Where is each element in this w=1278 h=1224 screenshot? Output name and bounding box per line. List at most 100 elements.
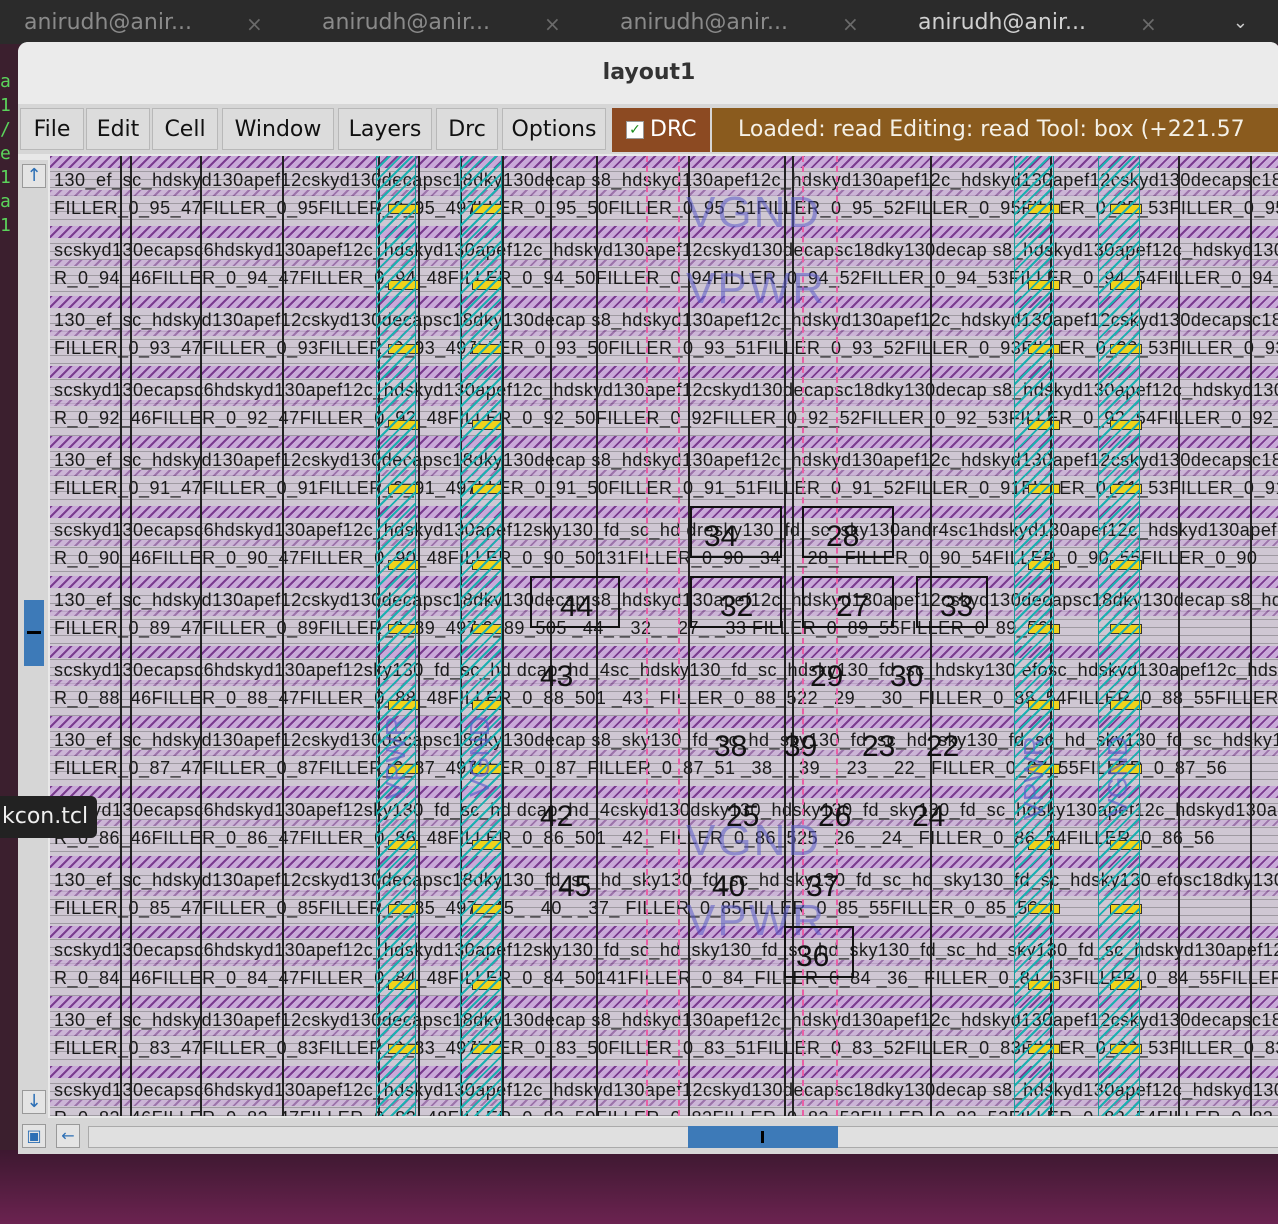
cell-number: 34 <box>704 520 738 553</box>
filler-names: R_0_90_46FILLER_0_90_47FILLER_0_90_48FIL… <box>54 548 1258 568</box>
filler-names: FILLER_0_83_47FILLER_0_83FILLER_0_83_497… <box>54 1038 1278 1058</box>
filler-names: R_0_82_46FILLER_0_82_47FILLER_0_82_48FIL… <box>54 1108 1278 1116</box>
metal-stripe <box>50 1066 1278 1078</box>
menu-layers[interactable]: Layers <box>338 108 432 150</box>
cell-row: 130_ef_sc_hdskyd130apef12cskyd130decapsc… <box>50 576 1278 646</box>
filler-names: R_0_94_46FILLER_0_94_47FILLER_0_94_48FIL… <box>54 268 1278 288</box>
cell-row: scskyd130ecapsc6hdskyd130apef12sky130_fd… <box>50 786 1278 856</box>
metal-stripe <box>50 226 1278 238</box>
route-wire <box>646 156 648 1116</box>
cell-number: 28 <box>826 520 860 553</box>
vertical-scrollbar[interactable]: ↑ ↓ <box>18 160 48 1118</box>
close-icon[interactable]: × <box>1140 12 1157 36</box>
cell-row: 130_ef_sc_hdskyd130apef12cskyd130decapsc… <box>50 296 1278 366</box>
cell-row: scskyd130ecapsc6hdskyd130apef12c_hdskyd1… <box>50 926 1278 996</box>
cell-number: 27 <box>836 590 870 623</box>
drc-toggle[interactable]: ✓ DRC <box>612 108 710 152</box>
terminal-tab[interactable]: anirudh@anir... × <box>322 10 561 40</box>
tab-label: anirudh@anir... <box>620 10 788 35</box>
power-rail <box>1098 156 1140 1116</box>
metal-stripe <box>50 506 1278 518</box>
cell-boundary <box>502 156 504 1116</box>
cell-names: 130_ef_sc_hdskyd130apef12cskyd130decapsc… <box>54 590 1278 610</box>
menu-cell[interactable]: Cell <box>152 108 218 150</box>
rail-label: VPWR <box>1018 736 1049 820</box>
close-icon[interactable]: × <box>544 12 561 36</box>
rail-label: VPWR <box>380 716 411 800</box>
horizontal-scroll-track[interactable] <box>88 1126 1278 1148</box>
terminal-tab-bar: anirudh@anir... × anirudh@anir... × anirud… <box>0 0 1278 44</box>
cell-names: scskyd130ecapsc6hdskyd130apef12c_hdskyd1… <box>54 520 1278 540</box>
cell-number: 24 <box>912 800 946 833</box>
cell-names: scskyd130ecapsc6hdskyd130apef12c_hdskyd1… <box>54 1080 1278 1100</box>
cell-number: 29 <box>810 660 844 693</box>
terminal-tab[interactable]: anirudh@anir... × <box>620 10 859 40</box>
cell-names: 130_ef_sc_hdskyd130apef12cskyd130decapsc… <box>54 870 1278 890</box>
metal-stripe <box>50 716 1278 728</box>
cell-names: 130_ef_sc_hdskyd130apef12cskyd130decapsc… <box>54 310 1278 330</box>
tooltip: kcon.tcl <box>0 796 97 838</box>
cell-names: scskyd130ecapsc6hdskyd130apef12c_hdskyd1… <box>54 940 1278 960</box>
cell-number: 33 <box>940 590 974 623</box>
menu-drc[interactable]: Drc <box>436 108 498 150</box>
horizontal-scrollbar[interactable]: ▣ ← <box>18 1118 1278 1154</box>
horizontal-scroll-thumb[interactable] <box>688 1126 838 1148</box>
checkbox-icon[interactable]: ✓ <box>626 121 644 139</box>
filler-names: R_0_88_46FILLER_0_88_47FILLER_0_88_48FIL… <box>54 688 1278 708</box>
power-rail <box>1014 156 1054 1116</box>
power-rail <box>376 156 416 1116</box>
cell-boundary <box>1250 156 1252 1116</box>
arrow-up-icon[interactable]: ↑ <box>22 164 46 188</box>
window-title: layout1 <box>18 42 1278 104</box>
cell-names: 130_ef_sc_hdskyd130apef12cskyd130decapsc… <box>54 1010 1278 1030</box>
layout-canvas[interactable]: 130_ef_sc_hdskyd130apef12cskyd130decapsc… <box>50 156 1278 1116</box>
rail-label: VGND <box>464 716 495 797</box>
tab-label: anirudh@anir... <box>918 10 1086 35</box>
vertical-scroll-thumb[interactable] <box>24 600 44 666</box>
menu-window[interactable]: Window <box>222 108 334 150</box>
metal-stripe <box>50 856 1278 868</box>
power-rail <box>460 156 502 1116</box>
menu-options[interactable]: Options <box>502 108 606 150</box>
metal-stripe <box>50 576 1278 588</box>
cell-names: scskyd130ecapsc6hdskyd130apef12c_hdskyd1… <box>54 240 1278 260</box>
cell-boundary <box>550 156 552 1116</box>
tab-label: anirudh@anir... <box>322 10 490 35</box>
cell-names: 130_ef_sc_hdskyd130apef12cskyd130decapsc… <box>54 730 1278 750</box>
cell-row: 130_ef_sc_hdskyd130apef12cskyd130decapsc… <box>50 156 1278 226</box>
metal-stripe <box>50 296 1278 308</box>
layout-window: layout1 File Edit Cell Window Layers Drc… <box>18 42 1278 1154</box>
arrow-left-icon[interactable]: ← <box>56 1124 80 1148</box>
metal-stripe <box>50 926 1278 938</box>
menu-bar: File Edit Cell Window Layers Drc Options… <box>18 104 1278 154</box>
cell-number: 25 <box>726 800 760 833</box>
cell-names: scskyd130ecapsc6hdskyd130apef12sky130_fd… <box>54 660 1278 680</box>
arrow-down-icon[interactable]: ↓ <box>22 1090 46 1114</box>
menu-edit[interactable]: Edit <box>86 108 150 150</box>
cell-number: 38 <box>714 730 748 763</box>
metal-stripe <box>50 646 1278 658</box>
filler-names: FILLER_0_95_47FILLER_0_95FILLER_0_95_497… <box>54 198 1278 218</box>
cell-row: scskyd130ecapsc6hdskyd130apef12c_hdskyd1… <box>50 366 1278 436</box>
menu-file[interactable]: File <box>20 108 84 150</box>
zoom-box-icon[interactable]: ▣ <box>22 1124 46 1148</box>
route-wire <box>678 156 680 1116</box>
filler-names: FILLER_0_93_47FILLER_0_93FILLER_0_93_497… <box>54 338 1278 358</box>
close-icon[interactable]: × <box>842 12 859 36</box>
chevron-down-icon[interactable]: ⌄ <box>1233 12 1248 33</box>
cell-boundary <box>282 156 284 1116</box>
terminal-tab-active[interactable]: anirudh@anir... × <box>918 10 1157 40</box>
cell-number: 37 <box>806 870 840 903</box>
filler-names: FILLER_0_91_47FILLER_0_91FILLER_0_91_497… <box>54 478 1278 498</box>
cell-number: 40 <box>712 870 746 903</box>
cell-number: 32 <box>720 590 754 623</box>
status-bar: Loaded: read Editing: read Tool: box (+2… <box>712 108 1278 152</box>
cell-number: 42 <box>540 800 574 833</box>
terminal-tab[interactable]: anirudh@anir... × <box>24 10 263 40</box>
close-icon[interactable]: × <box>246 12 263 36</box>
cell-boundary <box>120 156 122 1116</box>
cell-row: scskyd130ecapsc6hdskyd130apef12c_hdskyd1… <box>50 226 1278 296</box>
cell-names: 130_ef_sc_hdskyd130apef12cskyd130decapsc… <box>54 450 1278 470</box>
cell-names: scskyd130ecapsc6hdskyd130apef12sky130_fd… <box>54 800 1278 820</box>
tab-label: anirudh@anir... <box>24 10 192 35</box>
